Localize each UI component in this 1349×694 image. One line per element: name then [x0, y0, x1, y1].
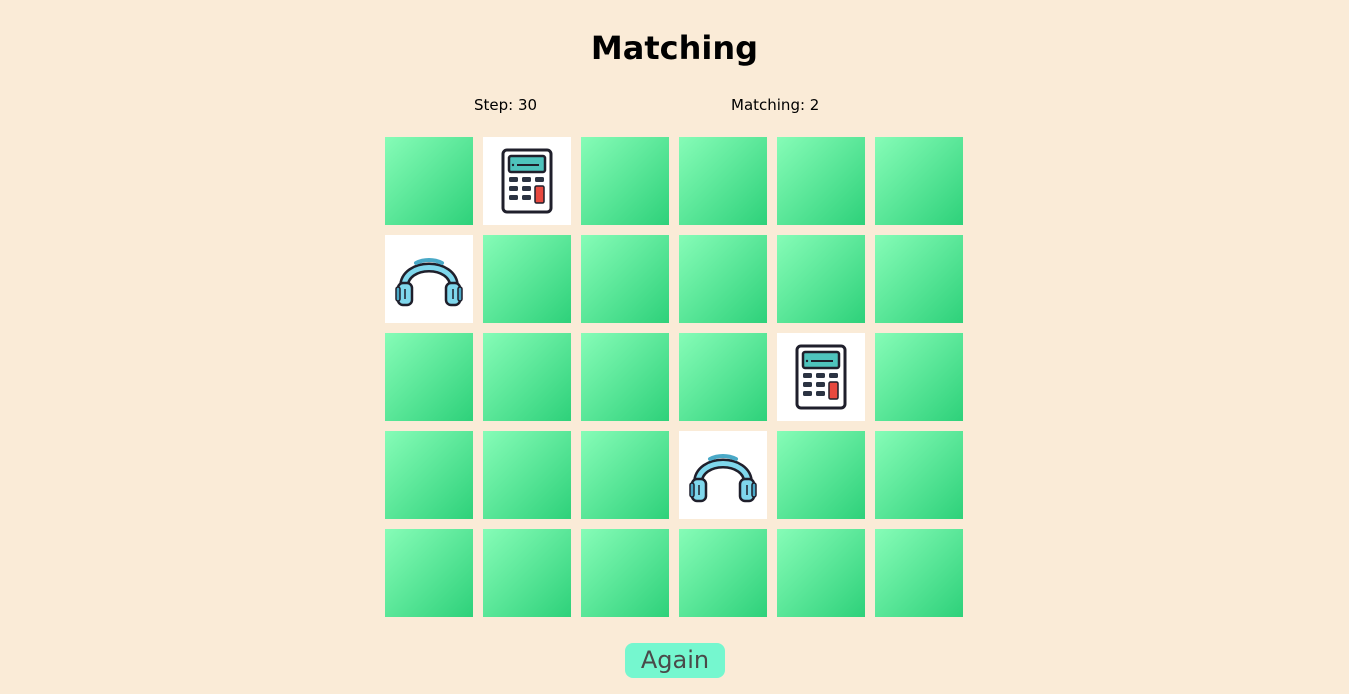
card-hidden[interactable]	[385, 137, 473, 225]
card-hidden[interactable]	[483, 333, 571, 421]
card-hidden[interactable]	[581, 333, 669, 421]
card-hidden[interactable]	[581, 431, 669, 519]
page-title: Matching	[590, 29, 759, 67]
calculator-icon	[795, 344, 847, 410]
card-hidden[interactable]	[483, 529, 571, 617]
card-hidden[interactable]	[777, 529, 865, 617]
card-hidden[interactable]	[679, 333, 767, 421]
card-revealed[interactable]	[777, 333, 865, 421]
card-hidden[interactable]	[875, 235, 963, 323]
headphones-icon	[394, 249, 464, 309]
card-hidden[interactable]	[679, 235, 767, 323]
card-hidden[interactable]	[875, 137, 963, 225]
card-hidden[interactable]	[679, 137, 767, 225]
step-counter: Step: 30	[474, 96, 538, 114]
card-revealed[interactable]	[679, 431, 767, 519]
card-hidden[interactable]	[385, 529, 473, 617]
card-hidden[interactable]	[777, 431, 865, 519]
card-revealed[interactable]	[385, 235, 473, 323]
card-hidden[interactable]	[581, 235, 669, 323]
card-grid	[385, 137, 965, 617]
card-hidden[interactable]	[483, 431, 571, 519]
again-button[interactable]: Again	[625, 643, 725, 678]
card-hidden[interactable]	[777, 137, 865, 225]
card-hidden[interactable]	[581, 529, 669, 617]
matching-counter: Matching: 2	[731, 96, 820, 114]
card-hidden[interactable]	[385, 431, 473, 519]
card-hidden[interactable]	[875, 333, 963, 421]
matching-game: Matching Step: 30 Matching: 2 Again	[0, 0, 1349, 694]
card-hidden[interactable]	[679, 529, 767, 617]
headphones-icon	[688, 445, 758, 505]
card-revealed[interactable]	[483, 137, 571, 225]
card-hidden[interactable]	[777, 235, 865, 323]
card-hidden[interactable]	[875, 529, 963, 617]
card-hidden[interactable]	[385, 333, 473, 421]
calculator-icon	[501, 148, 553, 214]
card-hidden[interactable]	[483, 235, 571, 323]
card-hidden[interactable]	[875, 431, 963, 519]
card-hidden[interactable]	[581, 137, 669, 225]
